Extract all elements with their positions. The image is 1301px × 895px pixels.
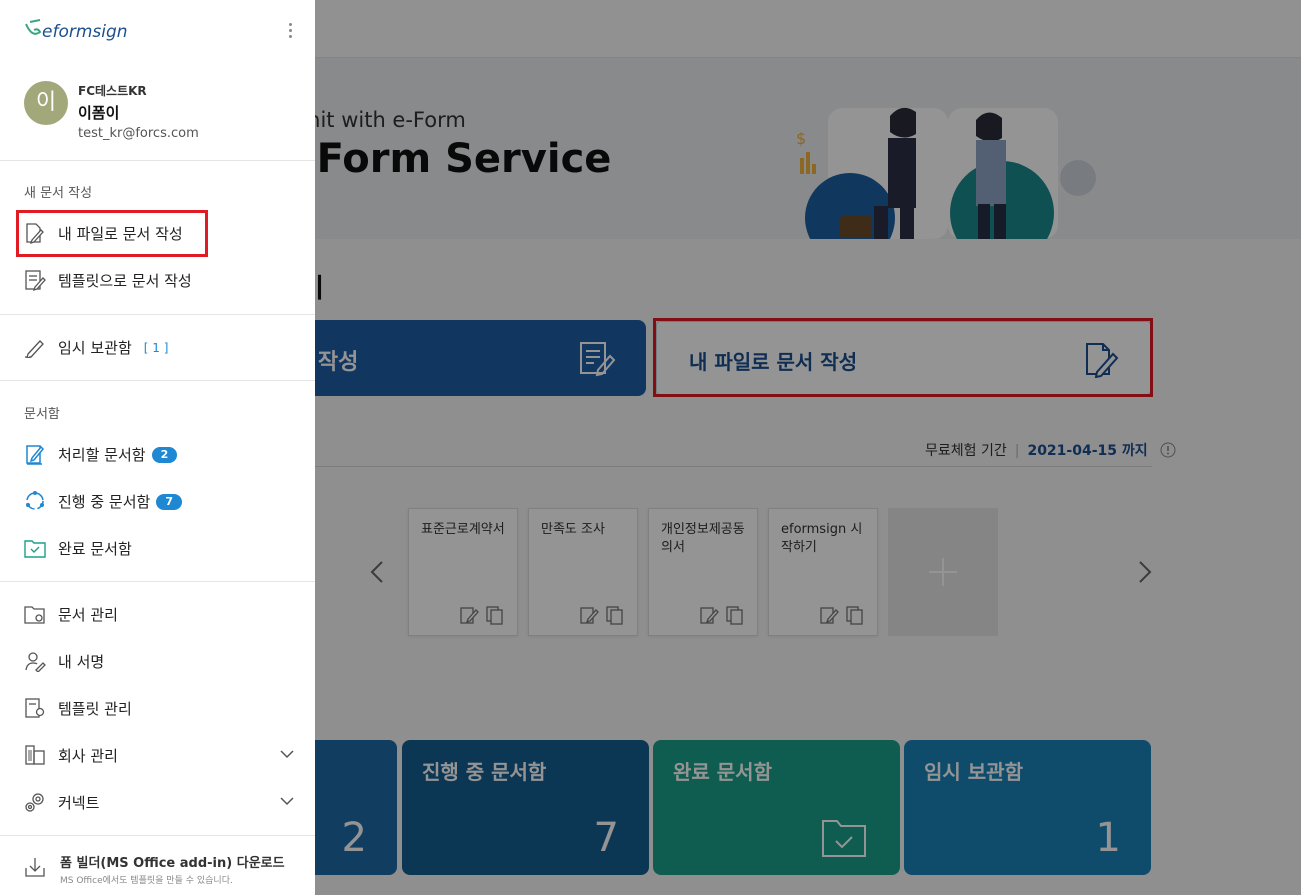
divider (0, 835, 315, 836)
divider (0, 581, 315, 582)
eformsign-logo[interactable]: eformsign (24, 18, 134, 44)
menu-label: 템플릿 관리 (58, 700, 132, 718)
menu-label: 회사 관리 (58, 747, 118, 765)
highlight-create-from-my-file (16, 210, 208, 257)
menu-label: 진행 중 문서함 (58, 493, 151, 511)
menu-label: 커넥트 (58, 794, 100, 812)
download-subtitle: MS Office에서도 템플릿을 만들 수 있습니다. (60, 876, 233, 886)
user-name: 이폼이 (78, 104, 120, 122)
gears-icon (25, 793, 44, 812)
menu-label: 완료 문서함 (58, 540, 132, 558)
folder-gear-icon (24, 606, 45, 624)
side-menu-panel: eformsign 이 FC테스트KR 이폼이 test_kr@forcs.co… (0, 0, 315, 895)
chevron-down-icon[interactable] (280, 748, 294, 760)
menu-label: 템플릿으로 문서 작성 (58, 272, 192, 290)
menu-document-management[interactable]: 문서 관리 (24, 601, 294, 629)
avatar: 이 (24, 81, 68, 125)
menu-in-progress[interactable]: 진행 중 문서함 7 (24, 488, 294, 516)
count-badge: 7 (156, 494, 182, 510)
menu-my-signature[interactable]: 내 서명 (24, 648, 294, 676)
menu-action-required[interactable]: 처리할 문서함 2 (24, 441, 294, 469)
chevron-down-icon[interactable] (280, 795, 294, 807)
template-gear-icon (25, 698, 45, 718)
user-email: test_kr@forcs.com (78, 126, 199, 141)
user-sign-icon (25, 652, 46, 672)
menu-temp-storage[interactable]: 임시 보관함 [ 1 ] (24, 334, 294, 362)
folder-check-icon (24, 540, 46, 558)
divider (0, 314, 315, 315)
divider (0, 160, 315, 161)
section-new-document: 새 문서 작성 (24, 186, 93, 201)
menu-label: 임시 보관함 (58, 339, 132, 357)
pencil-dotted-icon (25, 340, 44, 358)
section-document-box: 문서함 (24, 407, 60, 422)
download-form-builder-link[interactable]: 폼 빌더(MS Office add-in) 다운로드 (60, 852, 285, 871)
download-icon[interactable] (24, 856, 46, 878)
menu-connect[interactable]: 커넥트 (24, 789, 294, 817)
template-doc-icon (25, 270, 46, 291)
menu-completed[interactable]: 완료 문서함 (24, 535, 294, 563)
menu-template-management[interactable]: 템플릿 관리 (24, 695, 294, 723)
menu-company-management[interactable]: 회사 관리 (24, 742, 294, 770)
menu-label: 내 서명 (58, 653, 105, 671)
count-badge: 2 (151, 447, 178, 463)
logo-text: eformsign (42, 22, 128, 42)
temp-count: [ 1 ] (143, 341, 169, 355)
cycle-icon (26, 491, 44, 510)
menu-create-from-template[interactable]: 템플릿으로 문서 작성 (24, 267, 294, 295)
company-name: FC테스트KR (78, 84, 147, 98)
menu-label: 문서 관리 (58, 606, 118, 624)
building-icon (25, 745, 45, 765)
menu-label: 처리할 문서함 (58, 446, 146, 464)
more-options-icon[interactable] (283, 20, 297, 42)
document-pen-icon (26, 445, 45, 465)
divider (0, 380, 315, 381)
